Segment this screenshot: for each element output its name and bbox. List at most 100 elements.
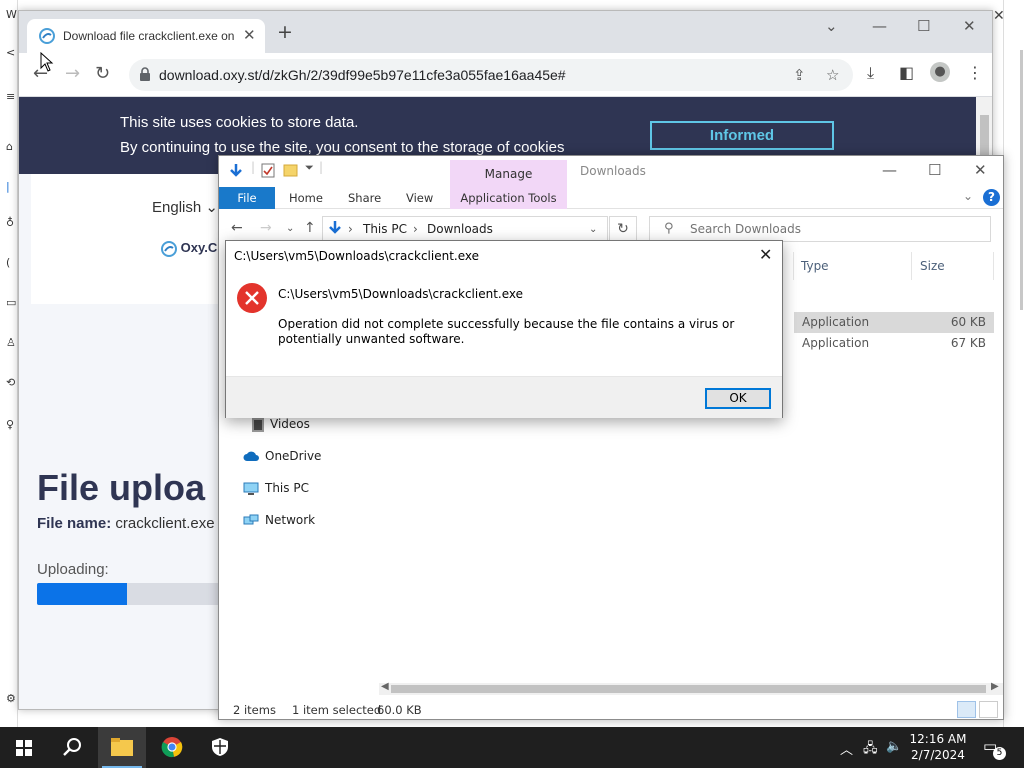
- url-input[interactable]: [159, 65, 679, 85]
- download-arrow-icon: [228, 163, 244, 182]
- language-selector[interactable]: English ⌄: [152, 198, 218, 216]
- column-header-size[interactable]: Size: [920, 259, 945, 273]
- close-window-icon[interactable]: ✕: [963, 17, 976, 35]
- properties-icon[interactable]: [261, 163, 275, 181]
- videos-icon: [252, 417, 264, 432]
- file-size: 67 KB: [950, 336, 986, 350]
- new-folder-icon[interactable]: [283, 163, 298, 180]
- scroll-left-icon[interactable]: ◀: [381, 681, 389, 692]
- file-list-horizontal-scrollbar[interactable]: ◀ ▶: [379, 681, 1003, 695]
- ok-button[interactable]: OK: [705, 388, 771, 409]
- large-icons-view-icon[interactable]: [979, 701, 998, 718]
- explorer-address-bar[interactable]: › This PC › Downloads ⌄: [322, 216, 608, 242]
- menu-kebab-icon[interactable]: ⋮: [967, 63, 983, 82]
- taskbar-file-explorer[interactable]: [98, 727, 146, 768]
- dialog-close-icon[interactable]: ✕: [759, 245, 772, 264]
- column-header-type[interactable]: Type: [801, 259, 829, 273]
- upload-title: File uploa: [37, 467, 206, 508]
- oxy-logo-icon: [161, 240, 177, 257]
- explorer-minimize-icon[interactable]: —: [882, 161, 897, 179]
- background-scrollbar[interactable]: [1003, 0, 1024, 727]
- ribbon-tab-view[interactable]: View: [406, 187, 433, 209]
- shield-icon: [212, 738, 228, 756]
- quick-access-dropdown-icon[interactable]: ⏷: [305, 161, 314, 175]
- file-row[interactable]: Application 67 KB: [794, 333, 994, 354]
- bg-menu-icon: ≡: [6, 90, 16, 103]
- new-tab-icon[interactable]: +: [277, 23, 293, 42]
- manage-tab[interactable]: Manage: [450, 160, 567, 188]
- ribbon-tab-share[interactable]: Share: [348, 187, 381, 209]
- explorer-close-icon[interactable]: ✕: [974, 161, 987, 179]
- bg-home-icon: ⌂: [6, 140, 13, 153]
- address-dropdown-icon[interactable]: ⌄: [589, 224, 597, 235]
- share-icon[interactable]: ⇪: [793, 66, 806, 84]
- explorer-search[interactable]: ⚲: [649, 216, 991, 242]
- maximize-icon[interactable]: ☐: [917, 17, 930, 35]
- mouse-cursor-icon: [40, 52, 54, 72]
- explorer-maximize-icon[interactable]: ☐: [928, 161, 941, 179]
- ribbon-expand-icon[interactable]: ⌄: [963, 189, 973, 203]
- help-icon[interactable]: ?: [983, 189, 1000, 206]
- file-row[interactable]: Application 60 KB: [794, 312, 994, 333]
- informed-button[interactable]: Informed: [650, 121, 834, 150]
- profile-avatar-icon[interactable]: ●: [930, 62, 950, 82]
- breadcrumb-this-pc[interactable]: This PC: [363, 222, 407, 236]
- downloads-icon[interactable]: ⤓: [867, 63, 874, 83]
- reload-icon[interactable]: ↻: [95, 63, 110, 84]
- status-selected: 1 item selected: [292, 703, 382, 717]
- site-logo[interactable]: Oxy.Cl: [161, 240, 221, 257]
- ribbon-tab-application-tools[interactable]: Application Tools: [450, 187, 567, 209]
- bg-history-icon: ⟲: [6, 376, 16, 389]
- scroll-thumb[interactable]: [391, 685, 986, 693]
- start-button[interactable]: [0, 727, 48, 768]
- bg-user-icon: ♁: [6, 216, 15, 229]
- show-hidden-icons-icon[interactable]: ︿: [840, 739, 853, 758]
- breadcrumb-chevron-icon: ›: [348, 222, 353, 236]
- uploading-label: Uploading:: [37, 561, 109, 578]
- bg-wifi-icon: (: [6, 256, 11, 269]
- browser-tab[interactable]: Download file crackclient.exe on Oxy.Clo…: [27, 19, 265, 53]
- taskbar-chrome[interactable]: [148, 727, 196, 768]
- ribbon-tab-file[interactable]: File: [219, 187, 275, 209]
- nav-item-network[interactable]: Network: [243, 513, 315, 528]
- clock-date: 2/7/2024: [911, 748, 965, 762]
- recent-locations-icon[interactable]: ⌄: [286, 223, 294, 234]
- bg-window-icon: ▭: [6, 296, 17, 309]
- explorer-refresh-icon[interactable]: ↻: [609, 216, 637, 242]
- network-tray-icon[interactable]: 🖧: [863, 739, 878, 761]
- bookmark-star-icon[interactable]: ☆: [826, 66, 839, 84]
- clock-time: 12:16 AM: [909, 732, 967, 746]
- nav-item-videos[interactable]: Videos: [252, 417, 310, 432]
- address-bar[interactable]: ⇪ ☆: [129, 59, 853, 91]
- volume-muted-icon[interactable]: 🔈: [886, 739, 902, 754]
- nav-item-this-pc[interactable]: This PC: [243, 481, 309, 496]
- breadcrumb-downloads[interactable]: Downloads: [427, 222, 493, 236]
- tab-close-icon[interactable]: ✕: [243, 26, 256, 44]
- column-separator: [793, 252, 794, 280]
- scroll-right-icon[interactable]: ▶: [991, 681, 999, 692]
- dialog-footer: OK: [226, 376, 782, 418]
- minimize-icon[interactable]: —: [872, 17, 887, 35]
- side-panel-icon[interactable]: ◧: [899, 63, 914, 82]
- taskbar-security[interactable]: [196, 727, 244, 768]
- taskbar: ︿ 🖧 🔈 12:16 AM 2/7/2024 ▭ 5: [0, 727, 1024, 768]
- ribbon-tab-home[interactable]: Home: [289, 187, 323, 209]
- details-view-icon[interactable]: [957, 701, 976, 718]
- tab-search-icon[interactable]: ⌄: [825, 17, 838, 35]
- forward-icon[interactable]: →: [65, 63, 80, 84]
- bg-settings-icon: ⚙: [6, 692, 16, 705]
- windows-logo-icon: [16, 740, 32, 756]
- system-clock[interactable]: 12:16 AM 2/7/2024: [906, 731, 970, 763]
- nav-item-onedrive[interactable]: OneDrive: [243, 449, 321, 464]
- upload-progress-fill: [37, 583, 127, 605]
- bg-family-icon: ♙: [6, 336, 16, 349]
- taskbar-search-button[interactable]: [48, 727, 96, 768]
- search-icon: [63, 738, 81, 756]
- address-download-icon: [327, 220, 343, 239]
- qa-separator-2: |: [319, 160, 324, 174]
- search-input[interactable]: [690, 221, 980, 237]
- explorer-back-icon[interactable]: ←: [231, 220, 243, 236]
- explorer-forward-icon[interactable]: →: [260, 220, 272, 236]
- up-folder-icon[interactable]: ↑: [304, 220, 316, 236]
- bg-text-fragment: W: [6, 8, 17, 21]
